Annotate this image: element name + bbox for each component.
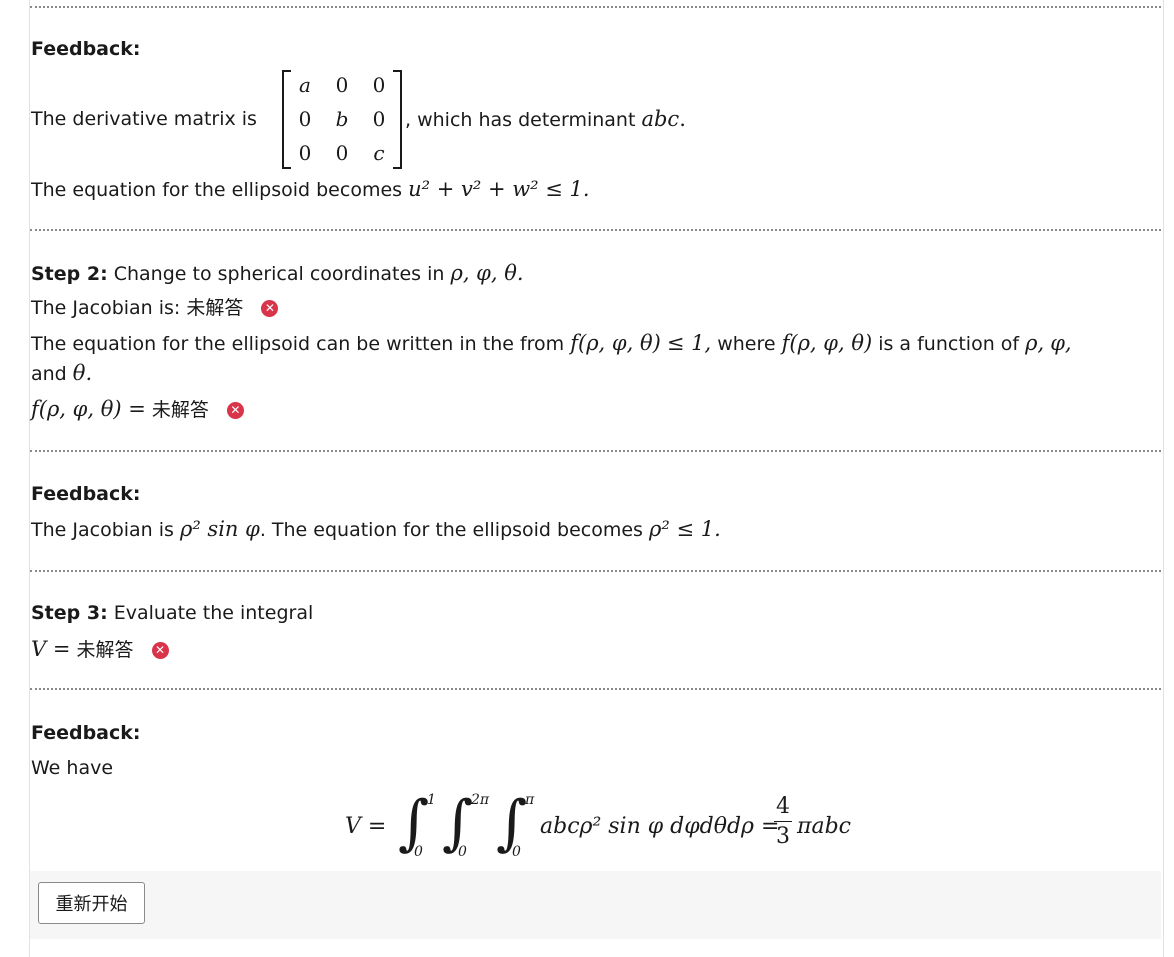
- matrix-cell: b: [335, 107, 349, 131]
- determinant-text: , which has determinant abc.: [405, 107, 686, 131]
- feedback-heading: Feedback:: [31, 722, 141, 744]
- matrix-cell: 0: [335, 73, 349, 97]
- ellipsoid-equation-text: The equation for the ellipsoid becomes u…: [31, 177, 590, 201]
- v-answer-row: V = 未解答 ✕: [31, 636, 169, 663]
- f-answer: 未解答: [151, 399, 209, 421]
- derivative-text: The derivative matrix is: [31, 108, 257, 130]
- v-answer: 未解答: [76, 639, 134, 661]
- equation-form-text: The equation for the ellipsoid can be wr…: [31, 331, 1072, 355]
- f-answer-row: f(ρ, φ, θ) = 未解答 ✕: [31, 396, 244, 423]
- derivative-matrix: a 0 0 0 b 0 0 0 c: [282, 70, 402, 169]
- matrix-cell: c: [373, 141, 385, 165]
- matrix-cell: 0: [335, 141, 349, 165]
- feedback-heading: Feedback:: [31, 38, 141, 60]
- matrix-cell: 0: [298, 141, 312, 165]
- fraction: 4 3: [774, 794, 792, 849]
- jacobian-answer-row: The Jacobian is: 未解答 ✕: [31, 295, 279, 321]
- section-divider: [30, 570, 1161, 572]
- jacobian-feedback-text: The Jacobian is ρ² sin φ. The equation f…: [31, 517, 721, 541]
- incorrect-icon: ✕: [151, 642, 169, 659]
- matrix-cell: 0: [298, 107, 312, 131]
- feedback-heading: Feedback:: [31, 483, 141, 505]
- section-divider: [30, 688, 1161, 690]
- matrix-cell: 0: [372, 73, 386, 97]
- section-divider: [30, 6, 1161, 8]
- section-divider: [30, 450, 1161, 452]
- jacobian-answer: 未解答: [186, 297, 244, 319]
- step2-instruction: Step 2: Change to spherical coordinates …: [31, 261, 524, 285]
- equation-form-text-cont: and θ.: [31, 361, 93, 385]
- restart-button[interactable]: 重新开始: [38, 882, 145, 924]
- section-divider: [30, 229, 1161, 231]
- volume-integral: V = ∫ 1 0 ∫ 2π 0 ∫ π 0 abcρ² sin φ dφdθd…: [345, 788, 851, 860]
- we-have-text: We have: [31, 757, 114, 779]
- incorrect-icon: ✕: [226, 402, 244, 419]
- matrix-cell: a: [299, 73, 311, 97]
- step3-instruction: Step 3: Evaluate the integral: [31, 602, 314, 624]
- incorrect-icon: ✕: [261, 300, 279, 317]
- matrix-cell: 0: [372, 107, 386, 131]
- question-footer: 重新开始: [30, 871, 1161, 939]
